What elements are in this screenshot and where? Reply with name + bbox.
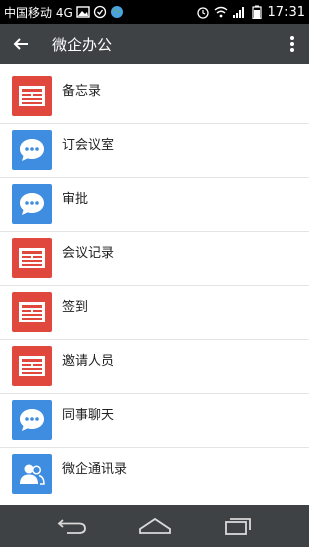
document-icon [12,76,52,116]
list-item-memo[interactable]: 备忘录 [0,70,309,124]
app-bar: 微企办公 [0,24,309,64]
wifi-icon [214,6,227,18]
battery-icon [251,5,262,19]
chat-bubble-icon [12,184,52,224]
list-item-label: 订会议室 [62,138,115,153]
nav-recents-button[interactable] [218,510,258,542]
more-options-button[interactable] [275,24,309,64]
list-item-meeting-notes[interactable]: 会议记录 [0,232,309,286]
document-icon [12,346,52,386]
alarm-icon [196,7,209,19]
nav-back-button[interactable] [52,510,92,542]
status-left: 中国移动 4G [4,4,124,21]
carrier-text: 中国移动 4G [4,5,73,20]
status-bar: 中国移动 4G 17:31 [0,0,309,24]
document-icon [12,292,52,332]
list-item-colleague-chat[interactable]: 同事聊天 [0,394,309,448]
back-arrow-icon [57,519,86,534]
list-item-label: 会议记录 [62,246,115,261]
list-item-label: 备忘录 [62,84,102,99]
contacts-icon [12,454,52,494]
list-item-invite-members[interactable]: 邀请人员 [0,340,309,394]
list-item-approval[interactable]: 审批 [0,178,309,232]
signal-icon [232,7,244,18]
document-icon [12,238,52,278]
list-item-contacts[interactable]: 微企通讯录 [0,448,309,502]
status-right: 17:31 [196,5,305,20]
list-item-book-meeting-room[interactable]: 订会议室 [0,124,309,178]
system-nav-bar [0,505,309,547]
app-list: 备忘录 订会议室 审批 会议记录 签到 邀请人员 同事聊天 微企通讯录 [0,70,309,502]
app-notification-icon [93,5,106,19]
more-vertical-icon [290,36,294,52]
globe-icon [110,6,123,18]
nav-home-button[interactable] [135,510,175,542]
chat-bubble-icon [12,130,52,170]
page-title: 微企办公 [52,35,113,54]
list-item-label: 邀请人员 [62,354,115,369]
list-item-check-in[interactable]: 签到 [0,286,309,340]
clock-text: 17:31 [267,4,305,20]
chat-bubble-icon [12,400,52,440]
list-item-label: 微企通讯录 [62,462,128,477]
recents-icon [224,518,251,535]
list-item-label: 签到 [62,300,89,315]
list-item-label: 同事聊天 [62,408,115,423]
arrow-left-icon [13,38,28,50]
list-item-label: 审批 [62,192,89,207]
image-icon [76,6,90,18]
back-button[interactable] [0,24,42,64]
home-icon [138,517,171,534]
